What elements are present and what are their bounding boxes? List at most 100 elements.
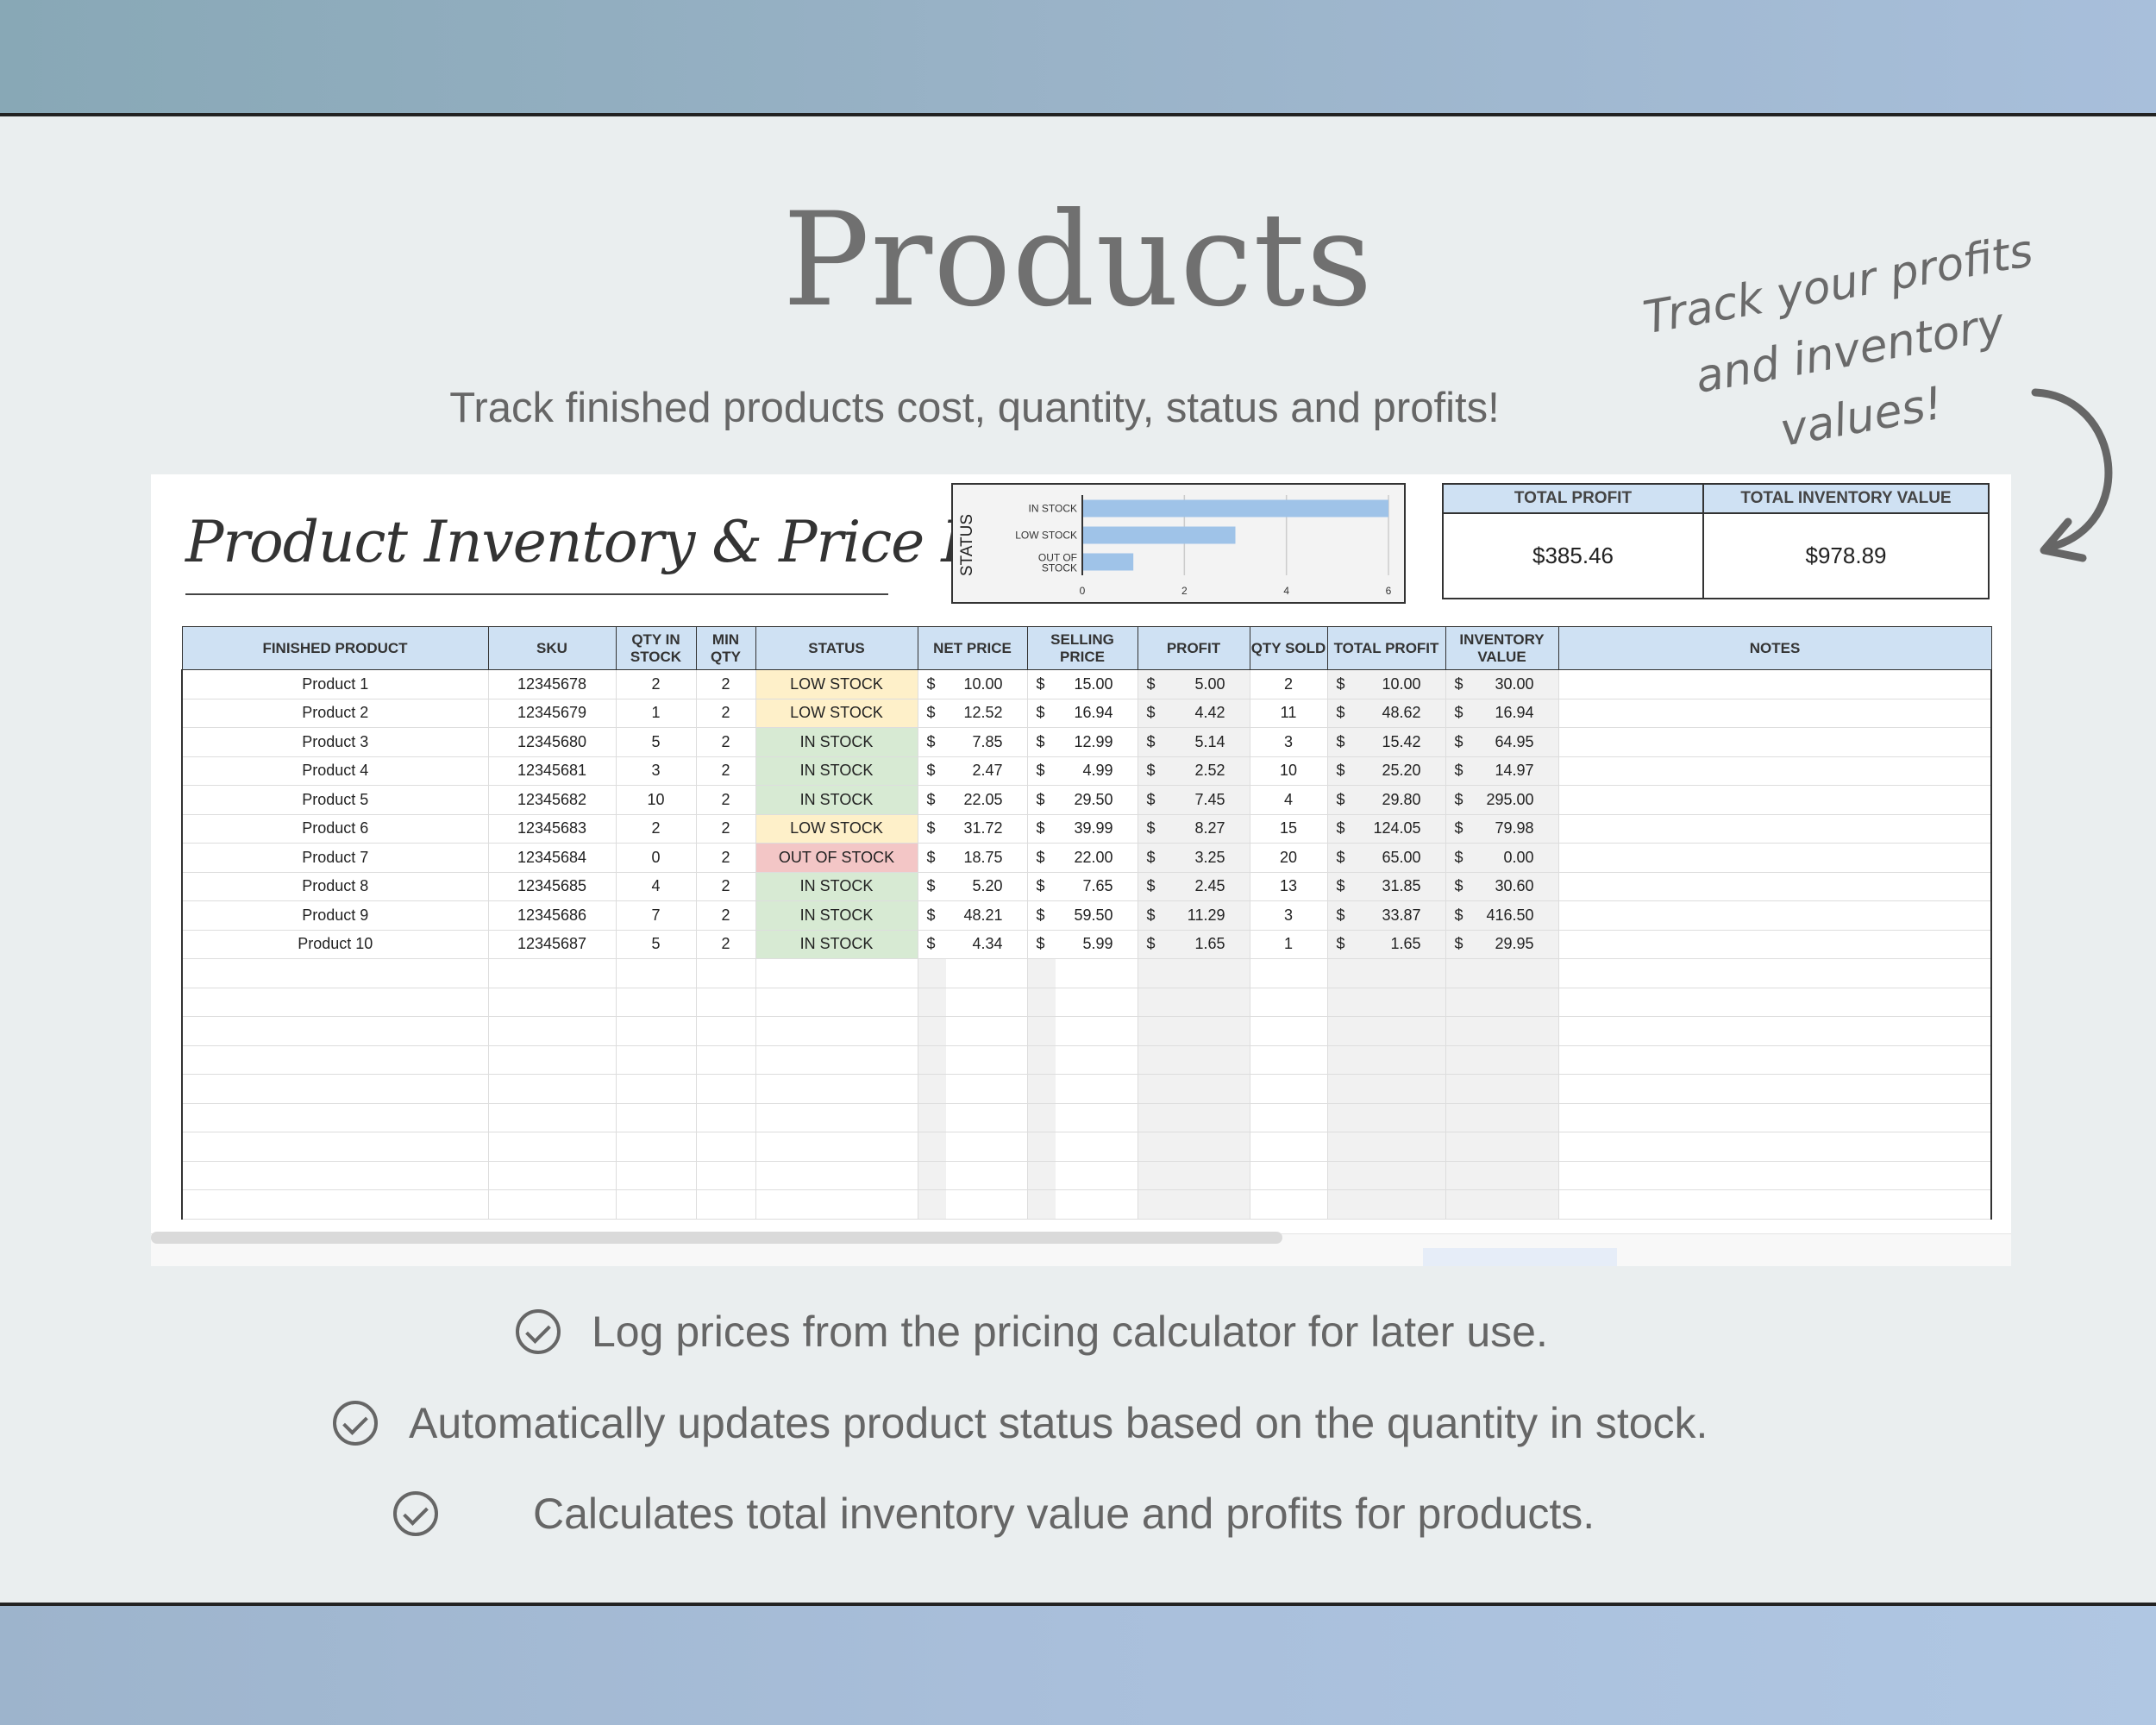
currency-cell[interactable]: $: [1326, 843, 1356, 873]
product-cell[interactable]: Product 4: [181, 756, 489, 786]
inventory-value-cell[interactable]: 64.95: [1474, 727, 1559, 757]
min-qty-cell[interactable]: [695, 1044, 756, 1075]
selling-price-cell[interactable]: [1056, 1189, 1138, 1220]
col-header-notes[interactable]: NOTES: [1557, 626, 1992, 670]
profit-cell[interactable]: [1166, 1016, 1250, 1046]
sku-cell[interactable]: [487, 1044, 617, 1075]
profit-cell[interactable]: 5.00: [1166, 669, 1250, 699]
notes-cell[interactable]: [1557, 727, 1992, 757]
net-price-cell[interactable]: [946, 1074, 1028, 1104]
min-qty-cell[interactable]: [695, 1160, 756, 1190]
currency-cell[interactable]: [1026, 1160, 1056, 1190]
product-cell[interactable]: Product 2: [181, 698, 489, 728]
currency-cell[interactable]: [1326, 1160, 1356, 1190]
notes-cell[interactable]: [1557, 1160, 1992, 1190]
currency-cell[interactable]: $: [1326, 727, 1356, 757]
status-cell[interactable]: [755, 987, 918, 1017]
qty-cell[interactable]: 3: [615, 756, 697, 786]
profit-cell[interactable]: 1.65: [1166, 929, 1250, 959]
qty-sold-cell[interactable]: 15: [1249, 813, 1328, 844]
inventory-value-cell[interactable]: [1474, 1132, 1559, 1162]
min-qty-cell[interactable]: 2: [695, 727, 756, 757]
qty-sold-cell[interactable]: [1249, 1189, 1328, 1220]
currency-cell[interactable]: $: [1445, 813, 1474, 844]
product-cell[interactable]: Product 7: [181, 843, 489, 873]
currency-cell[interactable]: [917, 1016, 946, 1046]
currency-cell[interactable]: [1137, 1016, 1166, 1046]
profit-cell[interactable]: 11.29: [1166, 900, 1250, 931]
notes-cell[interactable]: [1557, 1074, 1992, 1104]
total-profit-cell[interactable]: 1.65: [1356, 929, 1446, 959]
selling-price-cell[interactable]: 12.99: [1056, 727, 1138, 757]
notes-cell[interactable]: [1557, 813, 1992, 844]
currency-cell[interactable]: $: [1026, 843, 1056, 873]
sku-cell[interactable]: 12345685: [487, 871, 617, 901]
scrollbar-thumb[interactable]: [151, 1232, 1282, 1244]
col-header-product[interactable]: FINISHED PRODUCT: [181, 626, 489, 670]
currency-cell[interactable]: $: [1326, 929, 1356, 959]
qty-cell[interactable]: 5: [615, 727, 697, 757]
status-cell[interactable]: [755, 1074, 918, 1104]
sku-cell[interactable]: 12345680: [487, 727, 617, 757]
selling-price-cell[interactable]: 16.94: [1056, 698, 1138, 728]
selling-price-cell[interactable]: 29.50: [1056, 785, 1138, 815]
selling-price-cell[interactable]: 15.00: [1056, 669, 1138, 699]
currency-cell[interactable]: $: [917, 727, 946, 757]
currency-cell[interactable]: $: [917, 669, 946, 699]
net-price-cell[interactable]: [946, 1160, 1028, 1190]
profit-cell[interactable]: [1166, 958, 1250, 988]
col-header-sku[interactable]: SKU: [487, 626, 617, 670]
col-header-status[interactable]: STATUS: [755, 626, 918, 670]
net-price-cell[interactable]: 5.20: [946, 871, 1028, 901]
selling-price-cell[interactable]: 7.65: [1056, 871, 1138, 901]
currency-cell[interactable]: $: [1445, 871, 1474, 901]
currency-cell[interactable]: [917, 1160, 946, 1190]
profit-cell[interactable]: [1166, 1102, 1250, 1132]
inventory-value-cell[interactable]: [1474, 1102, 1559, 1132]
col-header-min-qty[interactable]: MIN QTY: [695, 626, 756, 670]
total-profit-cell[interactable]: 29.80: [1356, 785, 1446, 815]
net-price-cell[interactable]: 7.85: [946, 727, 1028, 757]
net-price-cell[interactable]: 10.00: [946, 669, 1028, 699]
selling-price-cell[interactable]: [1056, 987, 1138, 1017]
notes-cell[interactable]: [1557, 1102, 1992, 1132]
product-cell[interactable]: [181, 1074, 489, 1104]
selling-price-cell[interactable]: 59.50: [1056, 900, 1138, 931]
currency-cell[interactable]: [1137, 1189, 1166, 1220]
profit-cell[interactable]: [1166, 1044, 1250, 1075]
currency-cell[interactable]: $: [1445, 698, 1474, 728]
currency-cell[interactable]: [1445, 1016, 1474, 1046]
sku-cell[interactable]: 12345684: [487, 843, 617, 873]
currency-cell[interactable]: [1326, 1074, 1356, 1104]
currency-cell[interactable]: [1326, 987, 1356, 1017]
qty-sold-cell[interactable]: [1249, 1102, 1328, 1132]
qty-cell[interactable]: 0: [615, 843, 697, 873]
notes-cell[interactable]: [1557, 756, 1992, 786]
currency-cell[interactable]: $: [917, 785, 946, 815]
qty-sold-cell[interactable]: [1249, 1074, 1328, 1104]
inventory-value-cell[interactable]: [1474, 1074, 1559, 1104]
sku-cell[interactable]: 12345678: [487, 669, 617, 699]
product-cell[interactable]: [181, 1016, 489, 1046]
currency-cell[interactable]: [1137, 1160, 1166, 1190]
currency-cell[interactable]: $: [1137, 669, 1166, 699]
col-header-net-price[interactable]: NET PRICE: [917, 626, 1028, 670]
total-profit-cell[interactable]: [1356, 1102, 1446, 1132]
sku-cell[interactable]: 12345681: [487, 756, 617, 786]
currency-cell[interactable]: $: [1137, 900, 1166, 931]
currency-cell[interactable]: $: [1137, 843, 1166, 873]
currency-cell[interactable]: $: [1026, 785, 1056, 815]
selling-price-cell[interactable]: [1056, 1016, 1138, 1046]
currency-cell[interactable]: [917, 987, 946, 1017]
currency-cell[interactable]: $: [1137, 929, 1166, 959]
total-profit-cell[interactable]: 48.62: [1356, 698, 1446, 728]
currency-cell[interactable]: $: [1137, 756, 1166, 786]
currency-cell[interactable]: $: [1326, 871, 1356, 901]
profit-cell[interactable]: [1166, 1074, 1250, 1104]
net-price-cell[interactable]: [946, 1132, 1028, 1162]
selling-price-cell[interactable]: [1056, 1102, 1138, 1132]
min-qty-cell[interactable]: 2: [695, 871, 756, 901]
currency-cell[interactable]: $: [917, 929, 946, 959]
col-header-profit[interactable]: PROFIT: [1137, 626, 1250, 670]
currency-cell[interactable]: $: [917, 871, 946, 901]
